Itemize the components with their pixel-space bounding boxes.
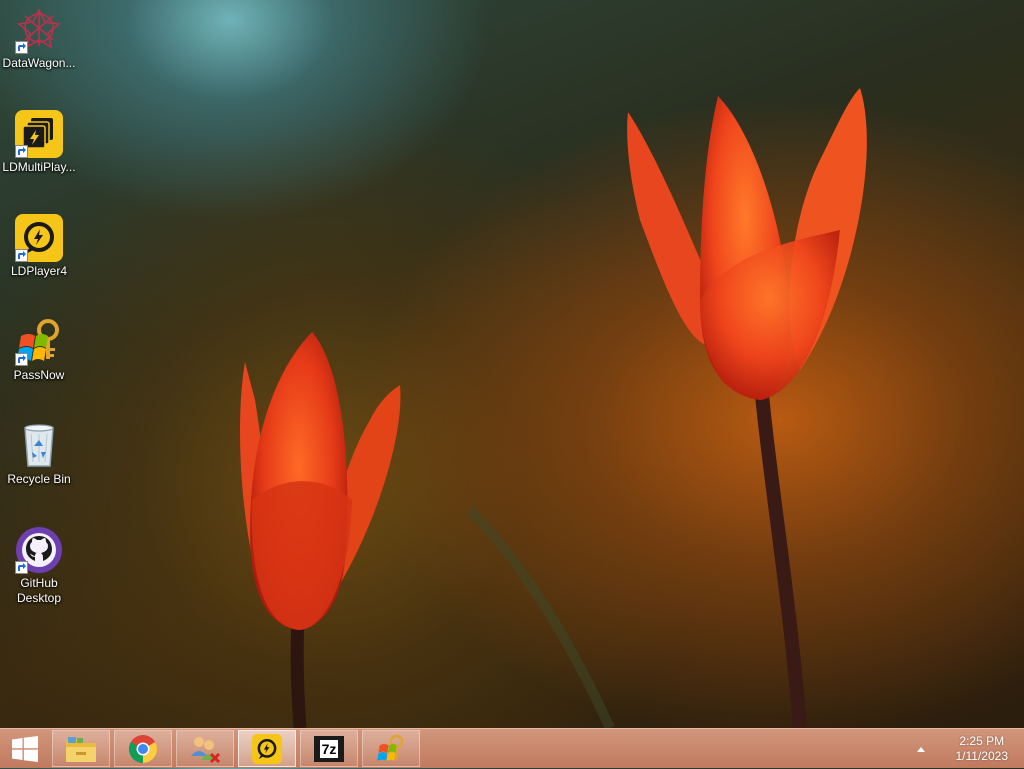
recycle-bin-icon [15,422,63,470]
shortcut-arrow-icon [15,353,28,366]
ldplayer-icon [15,214,63,262]
7zip-icon-text: 7z [319,739,339,758]
shortcut-arrow-icon [15,561,28,574]
start-button[interactable] [0,729,50,769]
ldplayer-icon [252,733,282,764]
passnow-icon [377,734,404,761]
shortcut-arrow-icon [15,249,28,262]
desktop-icons: DataWagon... LDMultiPlay... LDPlayer4 Pa… [0,0,90,728]
taskbar-file-explorer-button[interactable] [52,730,110,767]
shortcut-arrow-icon [15,41,28,54]
clock-time: 2:25 PM [959,734,1005,748]
desktop-icon-label: GitHub Desktop [16,576,62,605]
desktop-icon-label: DataWagon... [2,56,76,70]
clock[interactable]: 2:25 PM 1/11/2023 [956,734,1009,764]
windows-logo-icon [12,736,38,762]
taskbar-chrome-button[interactable] [114,730,172,767]
desktop-icon-github-desktop[interactable]: GitHub Desktop [2,520,76,606]
desktop-icon-label: LDPlayer4 [10,264,68,278]
ldmultiplayer-icon [15,110,63,158]
shortcut-arrow-icon [15,145,28,158]
desktop-icon-label: LDMultiPlay... [2,160,76,174]
wallpaper [240,88,867,728]
large-tulip [627,88,867,400]
desktop-icon-passnow[interactable]: PassNow [2,312,76,383]
passnow-icon [15,318,63,366]
show-hidden-icons-button[interactable] [914,739,928,759]
network-users-icon [191,736,221,763]
desktop-icon-label: PassNow [13,368,65,382]
github-desktop-icon [15,526,63,574]
taskbar: 7z 2:25 PM 1/11/2023 [0,728,1024,768]
datawagon-icon [15,6,63,54]
desktop-icon-ldmultiplayer[interactable]: LDMultiPlay... [2,104,76,175]
desktop-icon-recycle-bin[interactable]: Recycle Bin [2,416,76,487]
desktop-icon-datawagon[interactable]: DataWagon... [2,0,76,71]
chrome-icon [129,734,157,763]
system-tray: 2:25 PM 1/11/2023 [914,729,1024,769]
desktop-icon-label: Recycle Bin [7,472,71,486]
file-explorer-icon [66,736,96,762]
chevron-up-icon [917,747,925,752]
7zip-icon: 7z [314,735,344,762]
taskbar-ldplayer-button[interactable] [238,730,296,767]
taskbar-passnow-button[interactable] [362,730,420,767]
desktop-icon-ldplayer4[interactable]: LDPlayer4 [2,208,76,279]
small-tulip [240,332,401,630]
taskbar-7zip-button[interactable]: 7z [300,730,358,767]
clock-date: 1/11/2023 [955,749,1009,763]
taskbar-network-users-button[interactable] [176,730,234,767]
